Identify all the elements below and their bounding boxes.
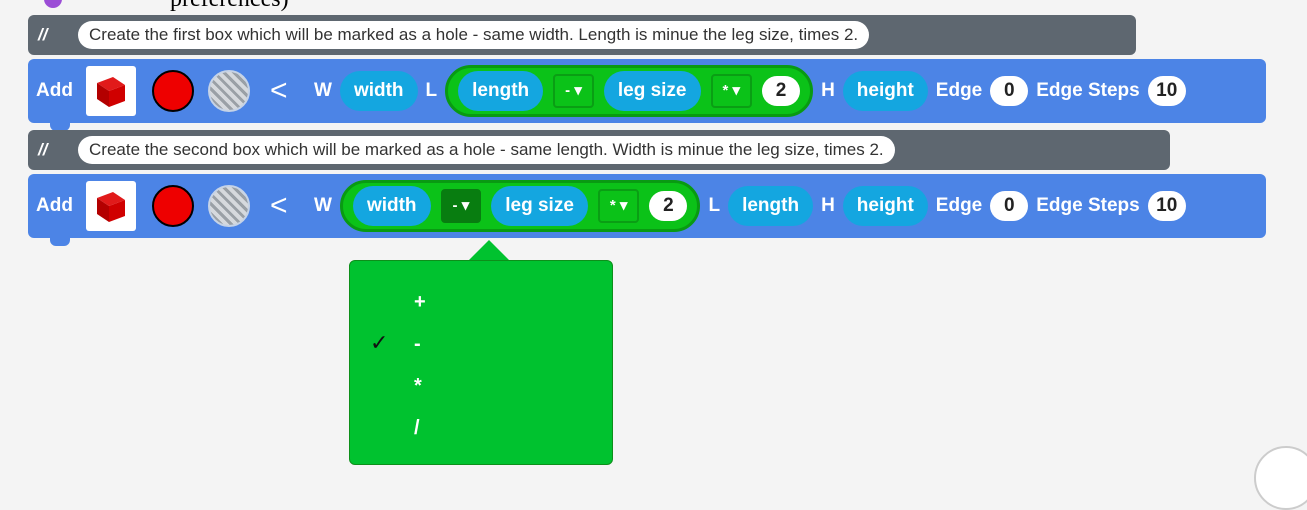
h-label: H: [821, 195, 835, 216]
length-variable[interactable]: length: [458, 71, 544, 111]
collapse-chevron-icon[interactable]: <: [270, 191, 306, 221]
l-label: L: [425, 80, 438, 101]
dropdown-option-divide[interactable]: /: [350, 409, 612, 449]
dropdown-option-plus[interactable]: +: [350, 283, 612, 323]
color-swatch-icon[interactable]: [152, 70, 194, 112]
add-label: Add: [36, 195, 73, 216]
comment-text-field[interactable]: Create the first box which will be marke…: [78, 21, 870, 49]
w-label: W: [314, 195, 332, 216]
width-variable[interactable]: width: [352, 186, 431, 226]
operator-dropdown-times[interactable]: * ▾: [597, 189, 640, 223]
comment-block-1[interactable]: // Create the first box which will be ma…: [28, 15, 1136, 55]
comment-slashes: //: [38, 25, 48, 44]
height-variable[interactable]: height: [842, 71, 928, 111]
dropdown-pointer: [467, 240, 511, 262]
factor-input[interactable]: 2: [762, 76, 801, 106]
checkmark-icon: ✓: [370, 330, 389, 355]
operator-dropdown-minus[interactable]: - ▾: [440, 189, 482, 223]
l-label: L: [708, 195, 721, 216]
texture-swatch-icon[interactable]: [208, 185, 250, 227]
add-label: Add: [36, 80, 73, 101]
edge-steps-label: Edge Steps: [1036, 195, 1140, 216]
edge-steps-input[interactable]: 10: [1147, 76, 1186, 106]
comment-text-field[interactable]: Create the second box which will be mark…: [78, 136, 895, 164]
h-label: H: [821, 80, 835, 101]
red-cube-icon[interactable]: [86, 66, 136, 116]
factor-input[interactable]: 2: [649, 191, 688, 221]
comment-slashes: //: [38, 140, 48, 159]
edge-label: Edge: [935, 195, 983, 216]
add-shape-block-2[interactable]: Add < W width - ▾ leg size * ▾ 2 L lengt…: [28, 174, 1266, 246]
leg-size-variable[interactable]: leg size: [603, 71, 701, 111]
edge-input[interactable]: 0: [990, 191, 1029, 221]
operator-dropdown-minus[interactable]: - ▾: [553, 74, 594, 108]
leg-size-variable[interactable]: leg size: [491, 186, 588, 226]
red-cube-icon[interactable]: [86, 181, 136, 231]
edge-input[interactable]: 0: [990, 76, 1029, 106]
width-variable[interactable]: width: [339, 71, 418, 111]
width-expression[interactable]: width - ▾ leg size * ▾ 2: [339, 180, 701, 232]
clipped-heading-text: preferences): [170, 0, 289, 13]
color-swatch-icon[interactable]: [152, 185, 194, 227]
corner-control-button[interactable]: [1254, 446, 1307, 510]
dropdown-option-minus[interactable]: ✓ -: [350, 325, 612, 365]
operator-dropdown-menu: + ✓ - * /: [349, 260, 613, 465]
edge-label: Edge: [935, 80, 983, 101]
operator-dropdown-times[interactable]: * ▾: [710, 74, 753, 108]
length-expression[interactable]: length - ▾ leg size * ▾ 2: [445, 65, 814, 117]
edge-steps-input[interactable]: 10: [1147, 191, 1186, 221]
w-label: W: [314, 80, 332, 101]
collapse-chevron-icon[interactable]: <: [270, 76, 306, 106]
height-variable[interactable]: height: [842, 186, 928, 226]
comment-block-2[interactable]: // Create the second box which will be m…: [28, 130, 1170, 170]
length-variable[interactable]: length: [728, 186, 814, 226]
dropdown-option-times[interactable]: *: [350, 367, 612, 407]
block-tab-purple: [44, 0, 62, 8]
add-shape-block-1[interactable]: Add < W width L length - ▾ leg size * ▾ …: [28, 59, 1266, 131]
texture-swatch-icon[interactable]: [208, 70, 250, 112]
edge-steps-label: Edge Steps: [1036, 80, 1140, 101]
block-connector-tab: [50, 238, 70, 246]
